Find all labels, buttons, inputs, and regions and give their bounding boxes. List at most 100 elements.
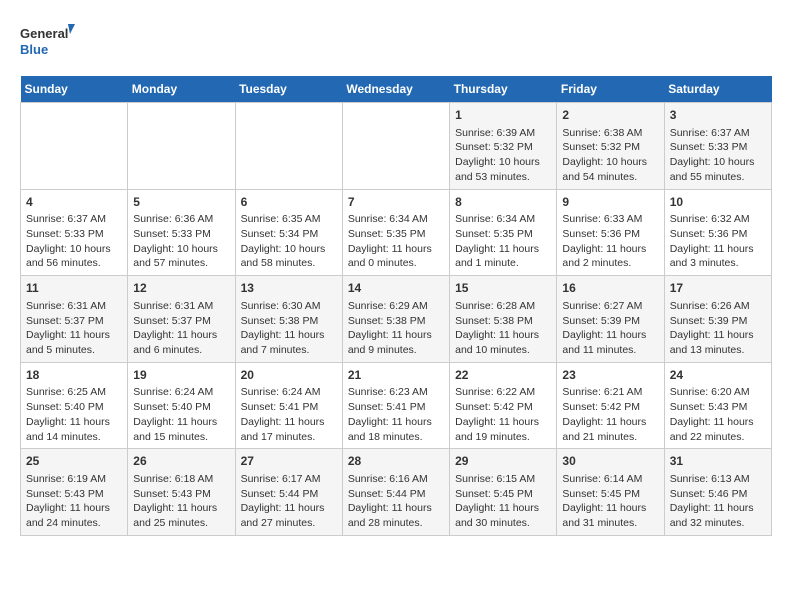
day-number: 4	[26, 194, 122, 211]
day-number: 24	[670, 367, 766, 384]
cell-info: Sunrise: 6:25 AM	[26, 385, 122, 400]
cell-info: Sunset: 5:38 PM	[241, 314, 337, 329]
week-row-1: 1Sunrise: 6:39 AMSunset: 5:32 PMDaylight…	[21, 103, 772, 190]
cell-info: Sunrise: 6:28 AM	[455, 299, 551, 314]
day-number: 11	[26, 280, 122, 297]
cell-info: Daylight: 10 hours and 56 minutes.	[26, 242, 122, 271]
calendar-cell: 14Sunrise: 6:29 AMSunset: 5:38 PMDayligh…	[342, 276, 449, 363]
cell-info: Sunset: 5:45 PM	[455, 487, 551, 502]
cell-info: Sunset: 5:38 PM	[455, 314, 551, 329]
cell-info: Sunrise: 6:33 AM	[562, 212, 658, 227]
calendar-cell: 2Sunrise: 6:38 AMSunset: 5:32 PMDaylight…	[557, 103, 664, 190]
calendar-cell: 30 Sunrise: 6:14 AMSunset: 5:45 PMDayligh…	[557, 449, 664, 536]
cell-info: Sunrise: 6:19 AM	[26, 472, 122, 487]
day-number: 9	[562, 194, 658, 211]
cell-info: Daylight: 11 hours and 24 minutes.	[26, 501, 122, 530]
day-number: 31	[670, 453, 766, 470]
day-number: 30	[562, 453, 658, 470]
day-number: 22	[455, 367, 551, 384]
calendar-cell: 29Sunrise: 6:15 AMSunset: 5:45 PMDayligh…	[450, 449, 557, 536]
day-number: 29	[455, 453, 551, 470]
calendar-cell	[342, 103, 449, 190]
cell-info: Daylight: 11 hours and 6 minutes.	[133, 328, 229, 357]
cell-info: Daylight: 11 hours and 13 minutes.	[670, 328, 766, 357]
cell-info: Sunset: 5:40 PM	[26, 400, 122, 415]
cell-info: Sunrise: 6:15 AM	[455, 472, 551, 487]
cell-info: Sunrise: 6:27 AM	[562, 299, 658, 314]
cell-info: Daylight: 11 hours and 3 minutes.	[670, 242, 766, 271]
cell-info: Daylight: 10 hours and 58 minutes.	[241, 242, 337, 271]
cell-info: Sunset: 5:33 PM	[133, 227, 229, 242]
cell-info: Daylight: 11 hours and 22 minutes.	[670, 415, 766, 444]
cell-info: Daylight: 11 hours and 7 minutes.	[241, 328, 337, 357]
cell-info: Daylight: 11 hours and 9 minutes.	[348, 328, 444, 357]
day-number: 23	[562, 367, 658, 384]
cell-info: Sunset: 5:44 PM	[241, 487, 337, 502]
cell-info: Sunset: 5:46 PM	[670, 487, 766, 502]
calendar-cell: 9Sunrise: 6:33 AMSunset: 5:36 PMDaylight…	[557, 189, 664, 276]
cell-info: Daylight: 11 hours and 5 minutes.	[26, 328, 122, 357]
cell-info: Sunrise: 6:17 AM	[241, 472, 337, 487]
cell-info: Sunrise: 6:34 AM	[455, 212, 551, 227]
calendar-cell: 1Sunrise: 6:39 AMSunset: 5:32 PMDaylight…	[450, 103, 557, 190]
day-number: 25	[26, 453, 122, 470]
calendar-cell	[21, 103, 128, 190]
column-header-friday: Friday	[557, 76, 664, 103]
day-number: 5	[133, 194, 229, 211]
day-number: 1	[455, 107, 551, 124]
cell-info: Sunset: 5:35 PM	[455, 227, 551, 242]
logo-svg: General Blue	[20, 20, 75, 60]
day-number: 13	[241, 280, 337, 297]
cell-info: Sunset: 5:32 PM	[562, 140, 658, 155]
cell-info: Sunrise: 6:29 AM	[348, 299, 444, 314]
svg-text:General: General	[20, 26, 68, 41]
cell-info: Sunrise: 6:31 AM	[26, 299, 122, 314]
cell-info: Sunrise: 6:24 AM	[133, 385, 229, 400]
cell-info: Sunrise: 6:35 AM	[241, 212, 337, 227]
cell-info: Sunset: 5:34 PM	[241, 227, 337, 242]
cell-info: Daylight: 11 hours and 10 minutes.	[455, 328, 551, 357]
calendar-cell: 27Sunrise: 6:17 AMSunset: 5:44 PMDayligh…	[235, 449, 342, 536]
cell-info: Sunrise: 6:20 AM	[670, 385, 766, 400]
calendar-cell: 18Sunrise: 6:25 AMSunset: 5:40 PMDayligh…	[21, 362, 128, 449]
day-number: 6	[241, 194, 337, 211]
cell-info: Sunset: 5:39 PM	[670, 314, 766, 329]
cell-info: Daylight: 11 hours and 1 minute.	[455, 242, 551, 271]
cell-info: Sunset: 5:42 PM	[455, 400, 551, 415]
cell-info: Daylight: 11 hours and 32 minutes.	[670, 501, 766, 530]
calendar-cell: 21Sunrise: 6:23 AMSunset: 5:41 PMDayligh…	[342, 362, 449, 449]
calendar-cell: 4Sunrise: 6:37 AMSunset: 5:33 PMDaylight…	[21, 189, 128, 276]
cell-info: Sunrise: 6:21 AM	[562, 385, 658, 400]
cell-info: Sunset: 5:39 PM	[562, 314, 658, 329]
cell-info: Sunset: 5:33 PM	[26, 227, 122, 242]
cell-info: Daylight: 11 hours and 27 minutes.	[241, 501, 337, 530]
cell-info: Sunrise: 6:14 AM	[562, 472, 658, 487]
calendar-table: SundayMondayTuesdayWednesdayThursdayFrid…	[20, 76, 772, 536]
cell-info: Sunrise: 6:30 AM	[241, 299, 337, 314]
cell-info: Sunset: 5:45 PM	[562, 487, 658, 502]
calendar-cell: 8Sunrise: 6:34 AMSunset: 5:35 PMDaylight…	[450, 189, 557, 276]
cell-info: Sunset: 5:36 PM	[670, 227, 766, 242]
cell-info: Daylight: 11 hours and 19 minutes.	[455, 415, 551, 444]
day-number: 21	[348, 367, 444, 384]
cell-info: Sunrise: 6:22 AM	[455, 385, 551, 400]
logo: General Blue	[20, 20, 75, 60]
cell-info: Daylight: 10 hours and 53 minutes.	[455, 155, 551, 184]
calendar-cell: 19Sunrise: 6:24 AMSunset: 5:40 PMDayligh…	[128, 362, 235, 449]
cell-info: Daylight: 10 hours and 57 minutes.	[133, 242, 229, 271]
svg-text:Blue: Blue	[20, 42, 48, 57]
cell-info: Sunrise: 6:37 AM	[26, 212, 122, 227]
calendar-cell: 16Sunrise: 6:27 AMSunset: 5:39 PMDayligh…	[557, 276, 664, 363]
cell-info: Sunrise: 6:23 AM	[348, 385, 444, 400]
day-number: 16	[562, 280, 658, 297]
day-number: 3	[670, 107, 766, 124]
cell-info: Sunrise: 6:18 AM	[133, 472, 229, 487]
calendar-cell: 7Sunrise: 6:34 AMSunset: 5:35 PMDaylight…	[342, 189, 449, 276]
calendar-cell: 26Sunrise: 6:18 AMSunset: 5:43 PMDayligh…	[128, 449, 235, 536]
calendar-cell	[128, 103, 235, 190]
calendar-cell: 25Sunrise: 6:19 AMSunset: 5:43 PMDayligh…	[21, 449, 128, 536]
cell-info: Sunrise: 6:36 AM	[133, 212, 229, 227]
cell-info: Daylight: 11 hours and 0 minutes.	[348, 242, 444, 271]
cell-info: Daylight: 11 hours and 31 minutes.	[562, 501, 658, 530]
cell-info: Sunset: 5:37 PM	[133, 314, 229, 329]
